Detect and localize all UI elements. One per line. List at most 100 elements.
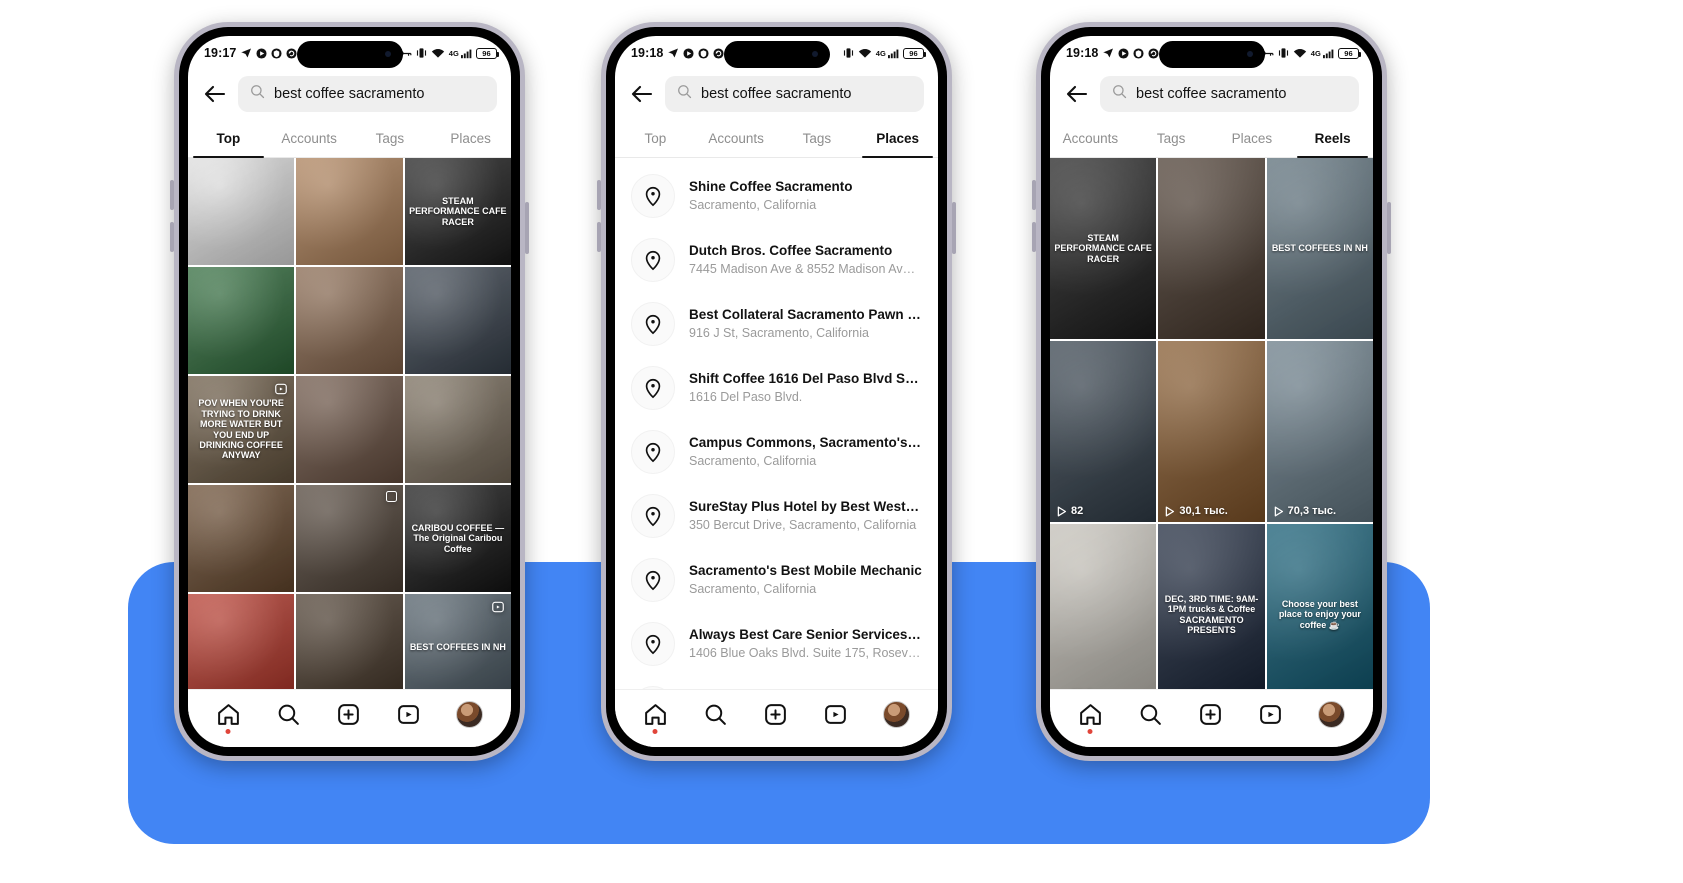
tab-label: Reels [1314,131,1351,146]
nav-search-button[interactable] [703,702,728,727]
location-pin-icon [631,238,675,282]
grid-post[interactable] [1158,158,1265,339]
grid-post[interactable]: 30,1 тыс. [1158,341,1265,522]
tab-tags[interactable]: Tags [1131,120,1212,157]
nav-profile-button[interactable] [456,701,484,728]
bottom-navigation [188,689,511,747]
back-arrow-icon[interactable] [629,81,655,107]
grid-post[interactable] [296,267,403,374]
wifi-icon [858,48,872,59]
place-title: Shift Coffee 1616 Del Paso Blvd Sacra… [689,371,922,387]
tab-places[interactable]: Places [857,120,938,158]
tab-accounts[interactable]: Accounts [1050,120,1131,157]
grid-post[interactable] [188,594,295,701]
volume-down-button[interactable] [1032,222,1036,252]
tab-top[interactable]: Top [188,120,269,158]
phone-device-places-tab: 19:18 4G 96 best coffee sacramento Top A… [597,22,956,761]
volume-up-button[interactable] [597,180,601,210]
volume-down-button[interactable] [170,222,174,252]
tab-reels[interactable]: Reels [1292,120,1373,158]
place-subtitle: 916 J St, Sacramento, California [689,325,869,340]
nav-notification-dot [225,729,231,734]
power-button[interactable] [1387,202,1391,254]
post-caption-overlay: STEAM PERFORMANCE CAFE RACER [409,195,507,227]
volume-up-button[interactable] [170,180,174,210]
grid-post[interactable]: STEAM PERFORMANCE CAFE RACER [404,158,511,265]
tab-label: Accounts [708,131,764,146]
tab-accounts[interactable]: Accounts [269,120,350,157]
tab-accounts[interactable]: Accounts [696,120,777,157]
grid-post[interactable] [296,158,403,265]
grid-post[interactable]: POV WHEN YOU'RE TRYING TO DRINK MORE WAT… [188,376,295,483]
power-button[interactable] [952,202,956,254]
place-list-item[interactable]: Best Collateral Sacramento Pawn Shop 916 … [615,292,938,356]
place-text-block: Sacramento's Best Mobile Mechanic Sacrame… [689,562,922,597]
grid-post[interactable] [188,158,295,265]
search-input[interactable]: best coffee sacramento [238,76,497,112]
nav-reels-button[interactable] [823,702,848,727]
place-title: SureStay Plus Hotel by Best Western S… [689,499,922,515]
place-text-block: Campus Commons, Sacramento's Bes… Sacrame… [689,434,922,469]
tab-label: Tags [1156,131,1186,146]
reel-icon [274,382,288,401]
tab-places[interactable]: Places [1212,120,1293,157]
nav-create-button[interactable] [336,702,361,727]
signal-icon: 4G [449,48,472,59]
grid-post[interactable]: BEST COFFEES IN NH [1266,158,1373,339]
nav-search-button[interactable] [276,702,301,727]
grid-post[interactable]: 22,9 тыс. [1050,524,1157,705]
tab-tags[interactable]: Tags [350,120,431,157]
place-list-item[interactable]: SureStay Plus Hotel by Best Western S… 35… [615,484,938,548]
grid-post[interactable] [296,594,403,701]
place-list-item[interactable]: Shift Coffee 1616 Del Paso Blvd Sacra… 16… [615,356,938,420]
nav-reels-button[interactable] [1258,702,1283,727]
grid-post[interactable] [404,376,511,483]
search-input[interactable]: best coffee sacramento [665,76,924,112]
back-arrow-icon[interactable] [1064,81,1090,107]
nav-create-button[interactable] [763,702,788,727]
nav-create-button[interactable] [1198,702,1223,727]
tab-places[interactable]: Places [430,120,511,157]
grid-post[interactable] [188,485,295,592]
search-input[interactable]: best coffee sacramento [1100,76,1359,112]
nav-home-button[interactable] [216,702,241,734]
grid-post[interactable] [296,376,403,483]
nav-home-button[interactable] [643,702,668,734]
tab-label: Accounts [281,131,337,146]
tab-top[interactable]: Top [615,120,696,157]
nav-profile-button[interactable] [883,701,911,728]
nav-profile-button[interactable] [1318,701,1346,728]
play-circle-icon [683,47,695,59]
power-button[interactable] [525,202,529,254]
nav-search-button[interactable] [1138,702,1163,727]
grid-post[interactable] [296,485,403,592]
nav-reels-button[interactable] [396,702,421,727]
grid-post[interactable]: 70,3 тыс. [1266,341,1373,522]
grid-post[interactable]: CARIBOU COFFEE — The Original Caribou Co… [404,485,511,592]
search-query-text: best coffee sacramento [701,86,852,102]
place-list-item[interactable]: Always Best Care Senior Services of G… 14… [615,612,938,676]
place-subtitle: Sacramento, California [689,453,817,468]
place-list-item[interactable]: Sacramento's Best Mobile Mechanic Sacrame… [615,548,938,612]
place-list-item[interactable]: Shine Coffee Sacramento Sacramento, Calif… [615,164,938,228]
grid-post[interactable]: 82 [1050,341,1157,522]
place-list-item[interactable]: Dutch Bros. Coffee Sacramento 7445 Madiso… [615,228,938,292]
shield-icon [1133,47,1145,59]
grid-post[interactable]: Choose your best place to enjoy your cof… [1266,524,1373,705]
grid-post[interactable] [188,267,295,374]
grid-post[interactable] [404,267,511,374]
grid-post[interactable]: BEST COFFEES IN NH [404,594,511,701]
volume-down-button[interactable] [597,222,601,252]
nav-home-button[interactable] [1078,702,1103,734]
volume-up-button[interactable] [1032,180,1036,210]
profile-avatar [456,701,484,728]
place-list-item[interactable]: Campus Commons, Sacramento's Bes… Sacrame… [615,420,938,484]
grid-post[interactable]: STEAM PERFORMANCE CAFE RACER [1050,158,1157,339]
back-arrow-icon[interactable] [202,81,228,107]
post-caption-overlay: CARIBOU COFFEE — The Original Caribou Co… [411,522,505,554]
tab-tags[interactable]: Tags [777,120,858,157]
battery-level: 96 [482,48,491,58]
grid-post[interactable]: DEC, 3RD TIME: 9AM-1PM trucks & Coffee S… [1158,524,1265,705]
place-text-block: Dutch Bros. Coffee Sacramento 7445 Madiso… [689,242,915,277]
bottom-navigation [615,689,938,747]
